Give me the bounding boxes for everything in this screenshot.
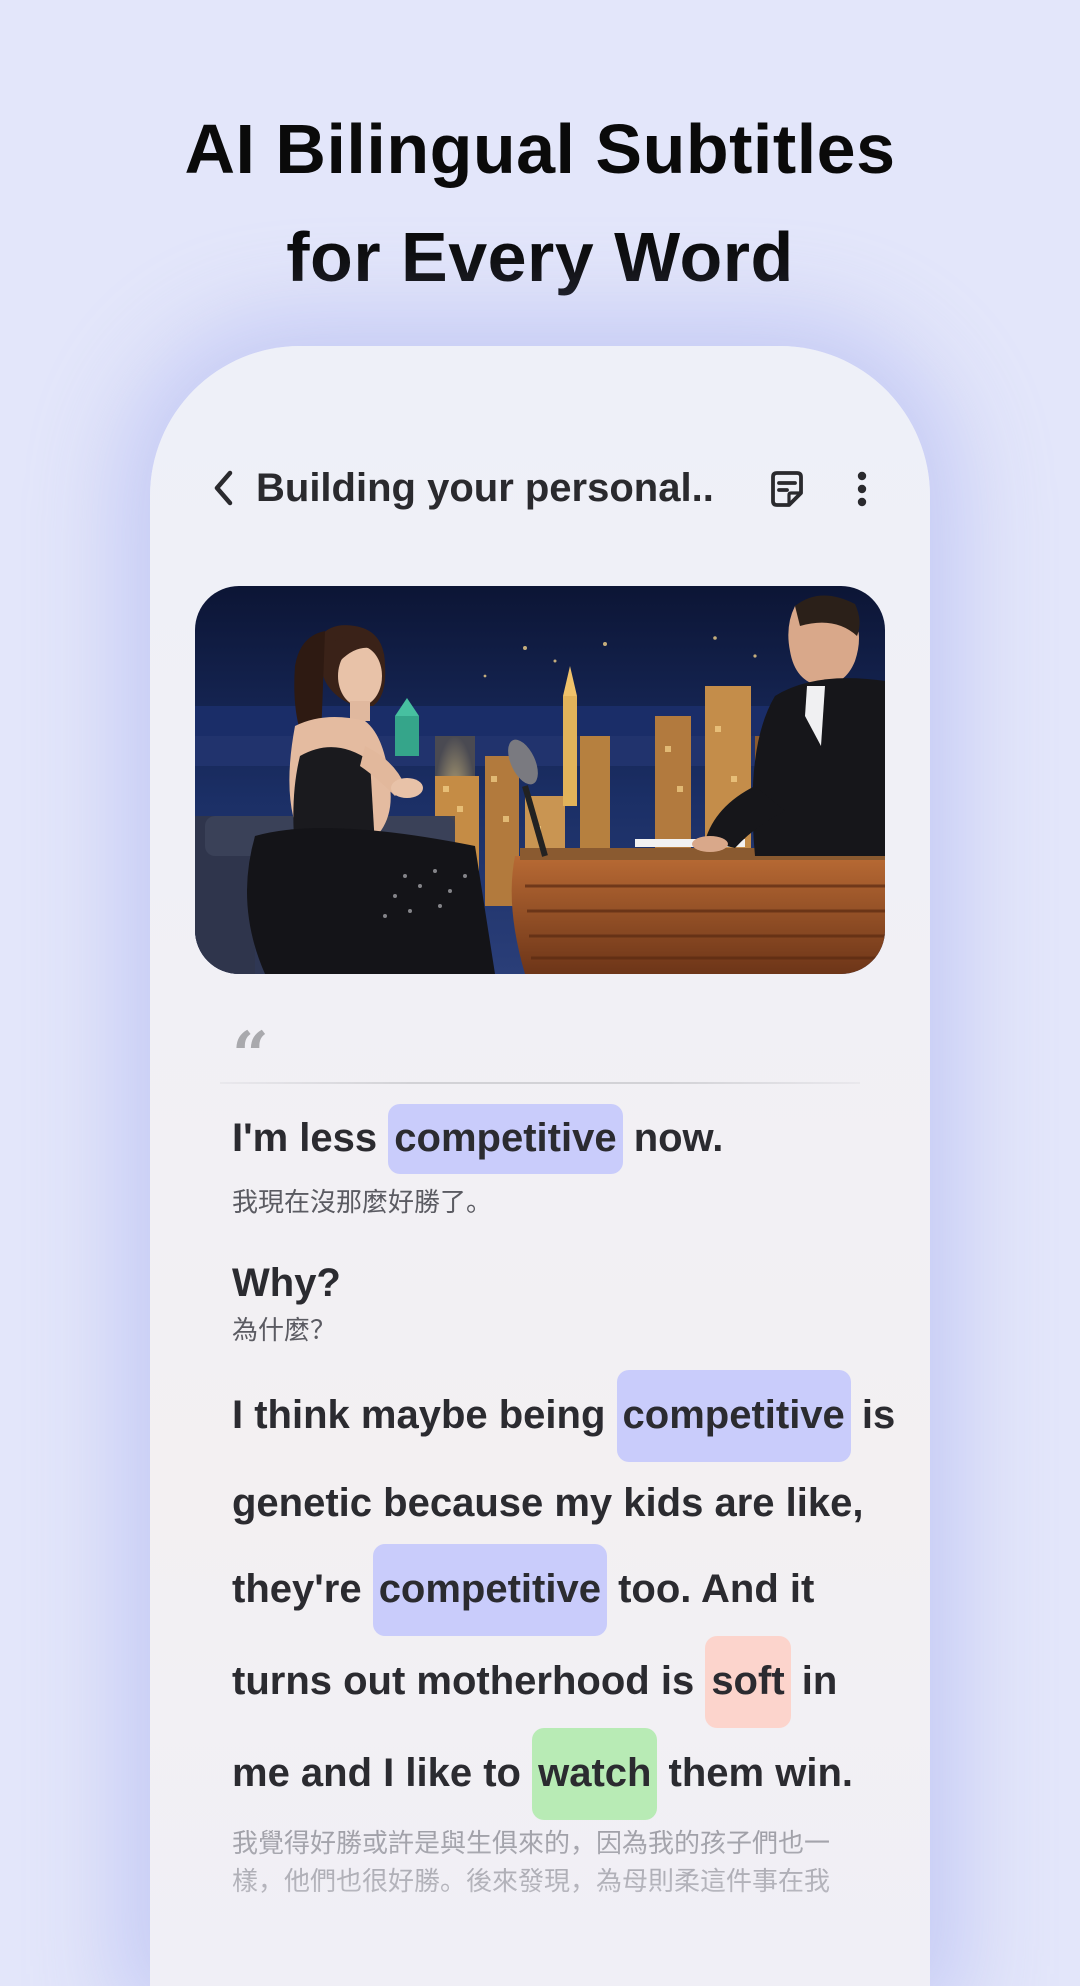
- word-text: I think maybe being: [232, 1393, 617, 1437]
- english-line[interactable]: me and I like to watch them win.: [232, 1728, 872, 1820]
- word-text: me and I like to: [232, 1751, 533, 1795]
- word-text: now.: [622, 1116, 724, 1160]
- transcript-segment: I think maybe being competitive is genet…: [232, 1370, 895, 1900]
- highlighted-word[interactable]: competitive: [616, 1370, 851, 1462]
- quote-icon: “: [232, 1018, 269, 1093]
- back-button[interactable]: [202, 464, 246, 512]
- chevron-left-icon: [214, 470, 233, 506]
- translation-line: 樣，他們也很好勝。後來發現，為母則柔這件事在我: [232, 1866, 831, 1896]
- word-text: in: [790, 1659, 838, 1703]
- more-vertical-icon: [857, 471, 867, 507]
- word-text: is: [850, 1393, 896, 1437]
- english-line[interactable]: they're competitive too. And it: [232, 1544, 872, 1636]
- video-thumbnail: [195, 586, 885, 974]
- word-text: turns out motherhood is: [232, 1659, 706, 1703]
- divider: [220, 1082, 860, 1084]
- word-text: I'm less: [232, 1116, 389, 1160]
- word-text: they're: [232, 1567, 373, 1611]
- chinese-translation: 為什麼？: [232, 1315, 337, 1345]
- page-title: Building your personal...: [256, 466, 716, 510]
- highlighted-word[interactable]: competitive: [388, 1104, 623, 1174]
- top-bar: Building your personal...: [150, 456, 930, 520]
- chinese-translation: 我覺得好勝或許是與生俱來的，因為我的孩子們也一 樣，他們也很好勝。後來發現，為母…: [232, 1824, 872, 1900]
- video-player[interactable]: [195, 586, 885, 974]
- subtitles-button[interactable]: [762, 464, 812, 514]
- english-line[interactable]: turns out motherhood is soft in: [232, 1636, 872, 1728]
- subtitles-icon: [771, 471, 803, 507]
- headline-line-2: for Every Word: [286, 218, 794, 296]
- chinese-translation: 我現在沒那麼好勝了。: [232, 1187, 493, 1217]
- more-options-button[interactable]: [842, 464, 882, 514]
- highlighted-word[interactable]: watch: [532, 1728, 658, 1820]
- english-line[interactable]: Why?: [232, 1258, 872, 1308]
- english-line[interactable]: I'm less competitive now.: [232, 1104, 872, 1174]
- transcript-segment: I'm less competitive now. 我現在沒那麼好勝了。: [232, 1104, 872, 1219]
- highlighted-word[interactable]: competitive: [372, 1544, 607, 1636]
- headline: AI Bilingual Subtitles for Every Word: [0, 95, 1080, 311]
- word-text: them win.: [657, 1751, 854, 1795]
- transcript-segment: Why? 為什麼？: [232, 1258, 872, 1347]
- phone-frame: Building your personal... “ I'm less com…: [150, 346, 930, 1986]
- english-line[interactable]: genetic because my kids are like,: [232, 1462, 872, 1544]
- word-text: genetic because my kids are like,: [232, 1481, 864, 1525]
- headline-line-1: AI Bilingual Subtitles: [184, 110, 896, 188]
- english-line[interactable]: I think maybe being competitive is: [232, 1370, 895, 1462]
- word-text: too. And it: [606, 1567, 815, 1611]
- highlighted-word[interactable]: soft: [705, 1636, 791, 1728]
- translation-line: 我覺得好勝或許是與生俱來的，因為我的孩子們也一: [232, 1828, 831, 1858]
